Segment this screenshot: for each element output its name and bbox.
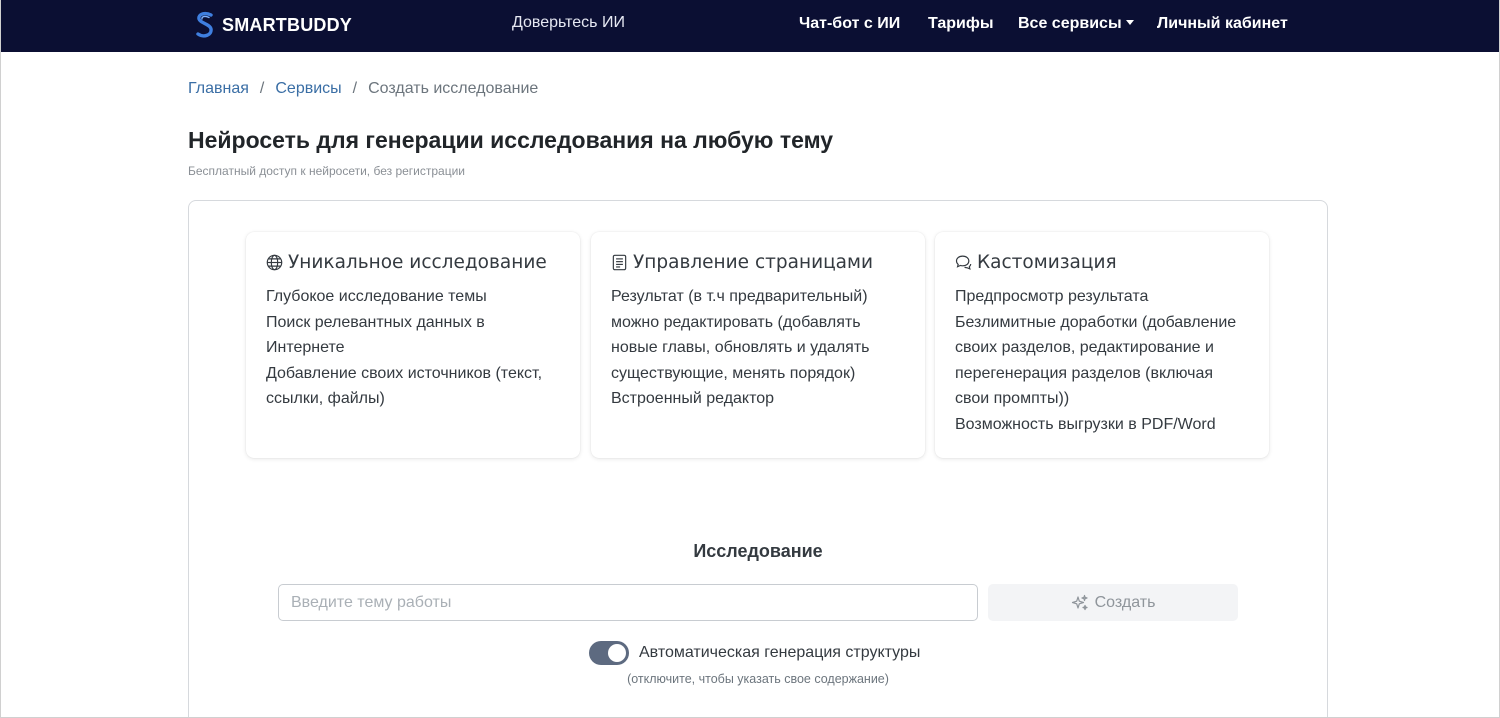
breadcrumb-services[interactable]: Сервисы (275, 80, 341, 98)
caret-down-icon (1125, 20, 1134, 26)
chat-bubbles-icon (955, 255, 972, 270)
feature-title: Уникальное исследование (288, 252, 547, 273)
nav-dropdown-services-label: Все сервисы (1018, 15, 1122, 32)
feature-header: Управление страницами (611, 252, 905, 273)
feature-line: Интернете (266, 339, 345, 357)
feature-title: Управление страницами (633, 252, 873, 273)
toggle-knob (608, 644, 626, 662)
feature-line: Глубокое исследование темы (266, 288, 487, 305)
nav-link-cabinet[interactable]: Личный кабинет (1157, 15, 1288, 33)
feature-card-page-management: Управление страницами Результат (в т.ч п… (591, 232, 925, 458)
auto-structure-toggle-row: Автоматическая генерация структуры (589, 641, 920, 665)
navbar: SMARTBUDDY Доверьтесь ИИ Чат-бот с ИИ Та… (0, 0, 1500, 52)
nav-link-tariffs[interactable]: Тарифы (928, 15, 994, 33)
feature-header: Кастомизация (955, 252, 1249, 273)
feature-card-unique-research: Уникальное исследование Глубокое исследо… (246, 232, 580, 458)
feature-line: свои промпты)) (955, 390, 1070, 408)
page-subtitle: Бесплатный доступ к нейросети, без регис… (188, 164, 465, 178)
auto-structure-toggle-label[interactable]: Автоматическая генерация структуры (639, 644, 920, 662)
globe-icon (266, 254, 283, 271)
research-section-title: Исследование (693, 541, 823, 561)
feature-line: существующие, менять порядок) (611, 364, 856, 382)
feature-line: Встроенный редактор (611, 390, 775, 408)
create-button-label: Создать (1094, 593, 1156, 611)
auto-structure-toggle[interactable] (589, 641, 629, 665)
breadcrumb-home[interactable]: Главная (188, 80, 249, 98)
feature-line: Безлимитные доработки (добавление (955, 313, 1237, 331)
feature-line: Результат (в т.ч предварительный) (611, 288, 868, 305)
document-icon (612, 254, 627, 271)
nav-links: Чат-бот с ИИ Тарифы Все сервисы Личный к… (0, 15, 1500, 35)
feature-card-customization: Кастомизация Предпросмотр результата Без… (935, 232, 1269, 458)
sparkles-icon (1071, 594, 1088, 610)
breadcrumb-current: Создать исследование (368, 80, 539, 97)
feature-line: новые главы, обновлять и удалять (611, 339, 870, 357)
nav-dropdown-services[interactable]: Все сервисы (1018, 15, 1134, 33)
topic-input[interactable] (278, 584, 978, 621)
create-button[interactable]: Создать (988, 584, 1238, 621)
nav-link-chatbot[interactable]: Чат-бот с ИИ (799, 15, 900, 33)
feature-title: Кастомизация (977, 252, 1117, 273)
feature-header: Уникальное исследование (266, 252, 560, 273)
feature-line: Поиск релевантных данных в (266, 313, 485, 331)
feature-line: ссылки, файлы) (266, 390, 385, 408)
breadcrumb-separator: / (352, 80, 358, 97)
feature-line: можно редактировать (добавлять (611, 313, 861, 331)
feature-line: Предпросмотр результата (955, 288, 1149, 305)
page-title: Нейросеть для генерации исследования на … (188, 127, 834, 153)
feature-line: перегенерация разделов (включая (955, 364, 1214, 382)
breadcrumb: Главная / Сервисы / Создать исследование (188, 80, 538, 98)
auto-structure-hint: (отключите, чтобы указать свое содержани… (627, 672, 889, 686)
feature-line: Возможность выгрузки в PDF/Word (955, 415, 1216, 433)
feature-line: своих разделов, редактирование и (955, 339, 1214, 357)
feature-line: Добавление своих источников (текст, (266, 364, 543, 382)
breadcrumb-separator: / (259, 80, 265, 97)
